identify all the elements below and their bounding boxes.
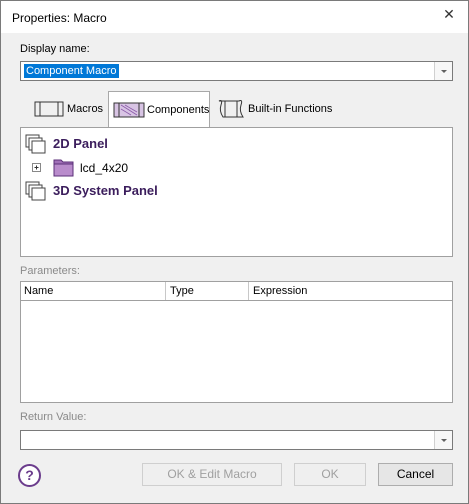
column-header-expression[interactable]: Expression — [250, 282, 452, 300]
column-header-type[interactable]: Type — [167, 282, 249, 300]
window-title: Properties: Macro — [12, 11, 107, 25]
tab-macros-label: Macros — [67, 103, 104, 115]
parameters-table-header: Name Type Expression — [20, 281, 453, 301]
tree-item-label: 2D Panel — [53, 136, 108, 151]
ok-and-edit-macro-button[interactable]: OK & Edit Macro — [142, 463, 282, 486]
ok-button[interactable]: OK — [294, 463, 366, 486]
tree-item-label: lcd_4x20 — [80, 161, 129, 175]
return-value-combo[interactable] — [20, 430, 453, 450]
tree-item-2d-panel[interactable]: 2D Panel — [21, 132, 221, 154]
panel-icon — [25, 134, 46, 154]
parameters-table-body[interactable] — [20, 301, 453, 403]
title-bar: Properties: Macro ✕ — [1, 1, 468, 33]
tab-components-label: Components — [147, 104, 210, 116]
tree-item-3d-system-panel[interactable]: 3D System Panel — [21, 180, 241, 202]
display-name-combo[interactable]: Component Macro — [20, 61, 453, 81]
tab-built-in-functions[interactable]: Built-in Functions — [213, 91, 337, 127]
parameters-label: Parameters: — [20, 265, 80, 277]
return-value-label: Return Value: — [20, 411, 87, 423]
component-folder-icon — [53, 159, 74, 177]
tree-item-lcd-4x20[interactable]: lcd_4x20 — [21, 156, 221, 178]
builtin-functions-icon — [218, 100, 244, 118]
display-name-label: Display name: — [20, 43, 90, 55]
tab-built-in-functions-label: Built-in Functions — [248, 103, 333, 115]
expand-icon[interactable] — [31, 162, 43, 174]
return-value-value[interactable] — [24, 433, 28, 447]
components-tree[interactable]: 2D Panel lcd_4x20 3D System Panel — [20, 127, 453, 257]
cancel-button[interactable]: Cancel — [378, 463, 453, 486]
panel-icon — [25, 181, 46, 201]
column-header-name[interactable]: Name — [21, 282, 166, 300]
tree-item-label: 3D System Panel — [53, 183, 158, 198]
macro-icon — [34, 101, 64, 117]
tab-components[interactable]: Components — [108, 91, 210, 128]
tab-macros[interactable]: Macros — [29, 91, 105, 127]
properties-macro-dialog: Properties: Macro ✕ Display name: Compon… — [0, 0, 469, 504]
chevron-down-icon[interactable] — [434, 62, 452, 80]
components-icon — [113, 102, 145, 118]
close-button[interactable]: ✕ — [440, 5, 458, 23]
chevron-down-icon[interactable] — [434, 431, 452, 449]
display-name-value[interactable]: Component Macro — [24, 64, 119, 78]
help-button[interactable]: ? — [18, 464, 41, 487]
